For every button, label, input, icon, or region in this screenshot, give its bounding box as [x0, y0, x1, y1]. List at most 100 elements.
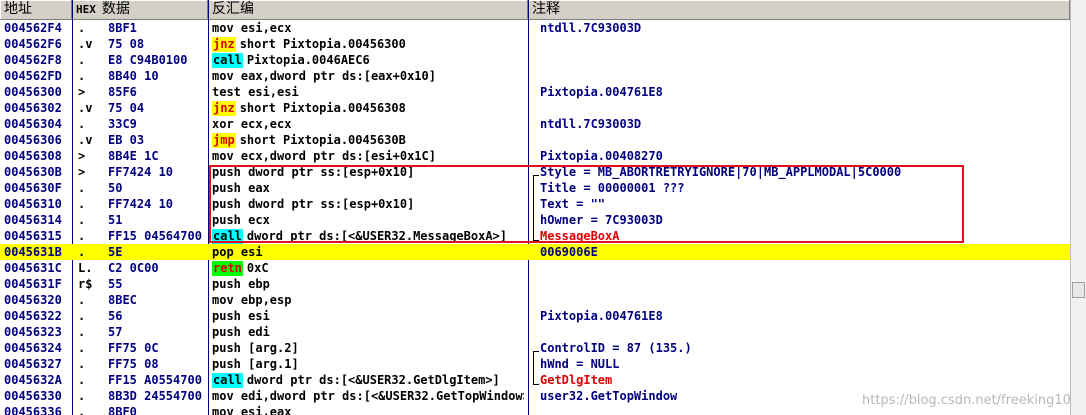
row-disassembly: push edi: [212, 324, 524, 340]
header-disassembly[interactable]: 反汇编: [208, 0, 528, 19]
row-disassembly: mov eax,dword ptr ds:[eax+0x10]: [212, 68, 524, 84]
row-comment: ControlID = 87 (135.): [540, 341, 692, 355]
row-hex-bytes: FF75 08: [108, 357, 159, 371]
row-flow-marker: .: [78, 197, 86, 211]
row-disassembly: push ebp: [212, 276, 524, 292]
row-flow-marker: >: [78, 85, 86, 99]
row-address: 00456310: [4, 197, 62, 211]
row-disassembly: mov ecx,dword ptr ds:[esi+0x1C]: [212, 148, 524, 164]
header-hex-label: 数据: [101, 1, 130, 17]
row-flow-marker: .: [78, 357, 86, 371]
row-disassembly: call Pixtopia.0046AEC6: [212, 52, 524, 68]
row-comment: Pixtopia.00408270: [540, 149, 663, 163]
row-mnemonic-highlight: call: [212, 373, 243, 388]
row-address: 00456327: [4, 357, 62, 371]
row-address: 00456320: [4, 293, 62, 307]
code-row[interactable]: 00456306 .v EB 03 jmp short Pixtopia.0045630…: [0, 132, 1070, 148]
row-instruction: push esi: [212, 309, 270, 323]
header-hex[interactable]: HEX 数据: [72, 0, 208, 19]
row-flow-marker: L.: [78, 261, 93, 275]
scrollbar-thumb[interactable]: [1072, 282, 1085, 298]
row-hex-bytes: 8BEC: [108, 293, 137, 307]
row-flow-marker: .: [78, 53, 86, 67]
row-flow-marker: .: [78, 405, 86, 415]
row-flow-marker: >: [78, 165, 86, 179]
row-hex-bytes: 57: [108, 325, 123, 339]
row-hex-bytes: FF15 04564700: [108, 229, 202, 243]
row-disassembly: xor ecx,ecx: [212, 116, 524, 132]
row-address: 00456315: [4, 229, 62, 243]
header-address[interactable]: 地址: [0, 0, 72, 19]
row-hex-bytes: E8 C94B0100: [108, 53, 188, 67]
code-row[interactable]: 00456320. 8BEC mov ebp,esp: [0, 292, 1070, 308]
header-comment[interactable]: 注释: [528, 0, 1070, 19]
code-row[interactable]: 00456300 >85F6 test esi,esi Pixtopia.004761…: [0, 84, 1070, 100]
row-mnemonic-highlight: call: [212, 53, 243, 68]
disassembly-view[interactable]: 地址 HEX 数据 反汇编 注释 004562F4. 8BF1 mov esi,ecx…: [0, 0, 1086, 415]
row-comment: ntdll.7C93003D: [540, 117, 642, 131]
row-disassembly: test esi,esi: [212, 84, 524, 100]
header-hex-tag: HEX: [76, 3, 96, 16]
row-disassembly: jnz short Pixtopia.00456308: [212, 100, 524, 116]
row-instruction: pop esi: [212, 245, 263, 259]
code-row[interactable]: 00456308 >8B4E 1C mov ecx,dword ptr ds:[es…: [0, 148, 1070, 164]
code-row[interactable]: 0045631B. 5E pop esi 0069006E: [0, 244, 1070, 260]
code-row[interactable]: 00456323. 57 push edi: [0, 324, 1070, 340]
row-flow-marker: .: [78, 293, 86, 307]
row-disassembly: jnz short Pixtopia.00456300: [212, 36, 524, 52]
row-address: 00456323: [4, 325, 62, 339]
row-hex-bytes: 8BF1: [108, 21, 137, 35]
arguments-bracket: [533, 351, 539, 385]
row-address: 0045631F: [4, 277, 62, 291]
watermark: https://blog.csdn.net/freeking101: [862, 393, 1080, 408]
row-comment: hWnd = NULL: [540, 357, 620, 371]
row-address: 004562F4: [4, 21, 62, 35]
row-flow-marker: .: [78, 389, 86, 403]
row-address: 004562FD: [4, 69, 62, 83]
row-flow-marker: .v: [78, 133, 93, 147]
row-flow-marker: .v: [78, 37, 93, 51]
row-instruction: mov esi,eax: [212, 405, 292, 415]
code-row[interactable]: 00456302 .v 75 04 jnz short Pixtopia.0045630…: [0, 100, 1070, 116]
row-hex-bytes: 75 08: [108, 37, 145, 51]
code-row[interactable]: 004562F6 .v 75 08 jnz short Pixtopia.0045630…: [0, 36, 1070, 52]
row-flow-marker: .: [78, 341, 86, 355]
row-disassembly: push [arg.2]: [212, 340, 524, 356]
row-instruction: Pixtopia.0046AEC6: [246, 53, 370, 67]
row-instruction: mov edi,dword ptr ds:[<&USER32.GetTopWin…: [212, 389, 524, 403]
vertical-scrollbar[interactable]: [1070, 0, 1086, 415]
row-address: 0045630B: [4, 165, 62, 179]
code-row[interactable]: 0045631C L. C2 0C00 retn 0xC: [0, 260, 1070, 276]
code-row[interactable]: 00456322. 56 push esi Pixtopia.004761E8: [0, 308, 1070, 324]
row-disassembly: call dword ptr ds:[<&USER32.GetDlgItem>]: [212, 372, 524, 388]
code-row[interactable]: 00456304. 33C9 xor ecx,ecx ntdll.7C93003D: [0, 116, 1070, 132]
row-disassembly: push [arg.1]: [212, 356, 524, 372]
column-header-bar: 地址 HEX 数据 反汇编 注释: [0, 0, 1070, 20]
header-disassembly-label: 反汇编: [212, 1, 254, 17]
code-row[interactable]: 004562F4. 8BF1 mov esi,ecx ntdll.7C93003D: [0, 20, 1070, 36]
row-mnemonic-highlight: jmp: [212, 133, 236, 148]
header-address-label: 地址: [4, 1, 32, 17]
row-hex-bytes: 8BF0: [108, 405, 137, 415]
row-address: 00456322: [4, 309, 62, 323]
row-instruction: 0xC: [246, 261, 269, 275]
row-hex-bytes: 5E: [108, 245, 123, 259]
code-row[interactable]: 004562F8. E8 C94B0100 call Pixtopia.0046AEC…: [0, 52, 1070, 68]
row-comment: 0069006E: [540, 245, 598, 259]
row-flow-marker: .: [78, 373, 86, 387]
code-row[interactable]: 0045631F r$ 55 push ebp: [0, 276, 1070, 292]
row-instruction: push [arg.1]: [212, 357, 299, 371]
row-hex-bytes: 55: [108, 277, 123, 291]
row-instruction: push [arg.2]: [212, 341, 299, 355]
row-hex-bytes: 8B4E 1C: [108, 149, 159, 163]
row-comment: Pixtopia.004761E8: [540, 85, 663, 99]
row-address: 00456330: [4, 389, 62, 403]
row-mnemonic-highlight: retn: [212, 261, 243, 276]
row-address: 00456306: [4, 133, 62, 147]
row-hex-bytes: FF75 0C: [108, 341, 159, 355]
row-address: 00456324: [4, 341, 62, 355]
code-row[interactable]: 004562FD. 8B40 10 mov eax,dword ptr ds:[ea…: [0, 68, 1070, 84]
row-disassembly: push esi: [212, 308, 524, 324]
row-hex-bytes: C2 0C00: [108, 261, 159, 275]
row-flow-marker: .: [78, 325, 86, 339]
